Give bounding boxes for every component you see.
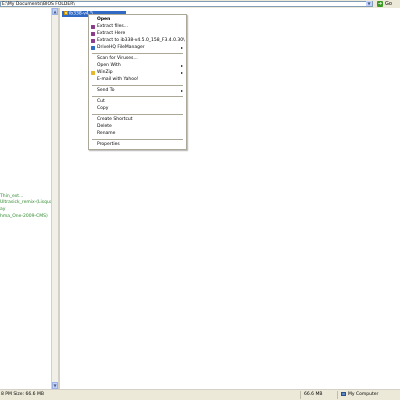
menu-separator [92,114,183,115]
menu-item-label: Properties [97,142,120,147]
go-arrow-icon: ➜ [377,1,383,7]
address-dropdown-arrow-icon[interactable]: ▼ [366,1,372,6]
menu-item-label: Scan for Viruses... [97,56,138,61]
menu-item-label: DriveHQ FileManager [97,45,145,50]
menu-item-copy[interactable]: Copy [89,105,186,112]
tree-item[interactable]: hma_One-2009-CMS) [0,214,48,219]
menu-item-label: WinZip [97,70,113,75]
menu-item-drivehq[interactable]: DriveHQ FileManager ▸ [89,44,186,51]
explorer-window: E:\My Documents\BIOS FOLDER\ ▼ ➜ Go Thin… [0,0,400,400]
menu-item-extract-files[interactable]: Extract files... [89,23,186,30]
tree-item[interactable]: Ultrasick_remix-(Lisquad [0,200,55,205]
menu-item-label: Copy [97,106,109,111]
menu-item-label: Open With [97,63,121,68]
menu-item-scan-viruses[interactable]: Scan for Viruses... [89,55,186,62]
status-bar: 8 PM Size: 66.6 MB 66.6 MB My Computer [0,389,400,400]
submenu-arrow-icon: ▸ [180,88,183,93]
submenu-arrow-icon: ▸ [180,45,183,50]
go-button[interactable]: ➜ Go [377,1,397,7]
submenu-arrow-icon: ▸ [180,70,183,75]
status-location-label: My Computer [348,392,379,397]
menu-item-cut[interactable]: Cut [89,98,186,105]
menu-item-extract-to[interactable]: Extract to ib338-v4.5.0_158_F3.4.0.30\ [89,37,186,44]
menu-item-label: Rename [97,131,116,136]
folder-tree-scrollbar[interactable]: ▲ ▼ [51,8,58,389]
menu-item-open[interactable]: Open [89,16,186,23]
tree-item[interactable]: Thin_ext... [0,194,23,199]
menu-item-label: Open [97,17,111,22]
menu-item-delete[interactable]: Delete [89,123,186,130]
menu-item-properties[interactable]: Properties [89,141,186,148]
status-location: My Computer [337,391,400,399]
menu-item-winzip[interactable]: WinZip ▸ [89,69,186,76]
context-menu: Open Extract files... Extract Here Extra… [88,14,187,150]
menu-separator [92,53,183,54]
menu-item-open-with[interactable]: Open With ▸ [89,62,186,69]
tree-item[interactable]: ay [0,207,5,212]
archive-file-icon [64,11,68,15]
drivehq-icon [91,46,95,50]
address-input[interactable]: E:\My Documents\BIOS FOLDER\ [0,1,373,7]
menu-item-label: Extract files... [97,24,129,29]
menu-item-label: E-mail with Yahoo! [97,77,139,82]
winrar-icon [91,32,95,36]
menu-item-label: Extract to ib338-v4.5.0_158_F3.4.0.30\ [97,38,185,43]
menu-item-rename[interactable]: Rename [89,130,186,137]
winrar-icon [91,39,95,43]
menu-item-label: Create Shortcut [97,117,133,122]
menu-item-email-yahoo[interactable]: E-mail with Yahoo! [89,76,186,83]
winrar-icon [91,25,95,29]
menu-separator [92,139,183,140]
winzip-icon [91,71,95,75]
status-size: 66.6 MB [300,391,337,399]
menu-item-label: Cut [97,99,105,104]
menu-item-label: Delete [97,124,112,129]
address-bar: E:\My Documents\BIOS FOLDER\ ▼ ➜ Go [0,0,400,8]
submenu-arrow-icon: ▸ [180,63,183,68]
menu-item-send-to[interactable]: Send To ▸ [89,87,186,94]
go-label: Go [385,1,392,7]
my-computer-icon [341,391,346,396]
menu-separator [92,96,183,97]
folder-tree-pane: Thin_ext... Ultrasick_remix-(Lisquad ay … [0,8,55,389]
status-details: 8 PM Size: 66.6 MB [1,392,44,397]
menu-item-label: Extract Here [97,31,126,36]
menu-item-extract-here[interactable]: Extract Here [89,30,186,37]
menu-item-label: Send To [97,88,115,93]
menu-separator [92,85,183,86]
menu-item-create-shortcut[interactable]: Create Shortcut [89,116,186,123]
